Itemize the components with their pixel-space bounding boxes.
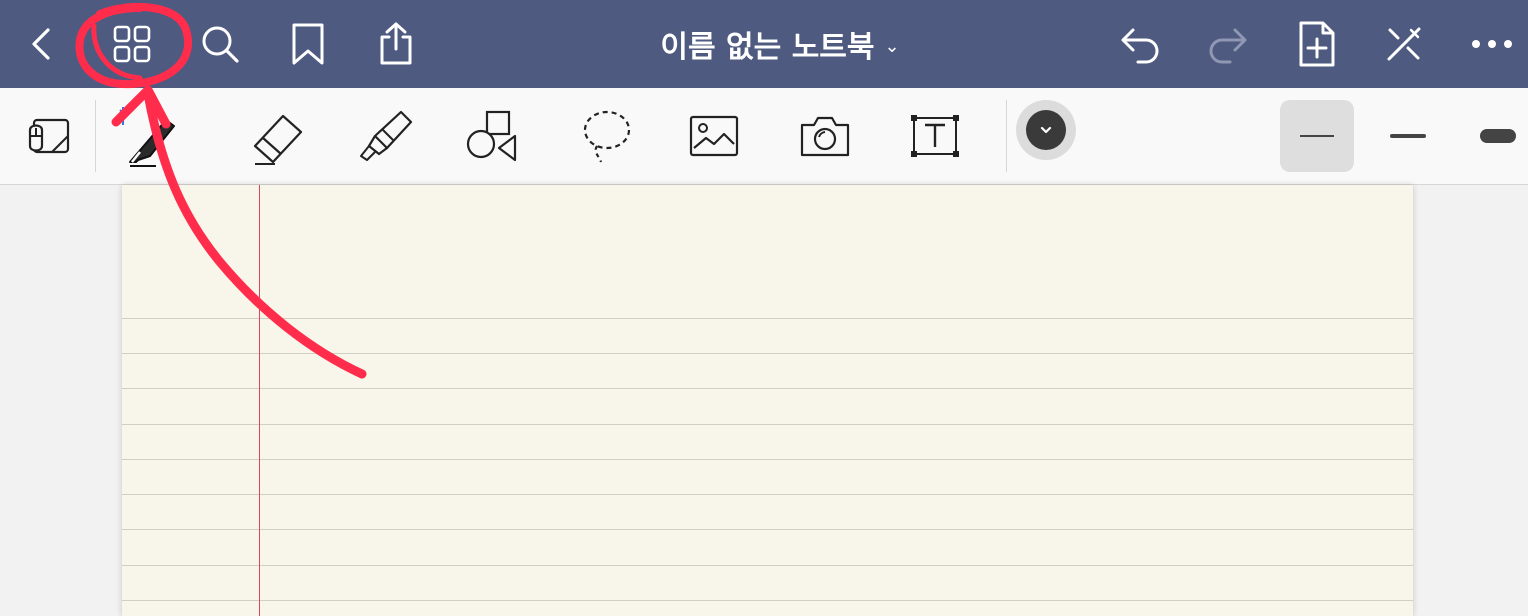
more-options-button[interactable] [1462, 14, 1522, 74]
shapes-tool[interactable] [456, 104, 526, 168]
stroke-width-thin[interactable] [1280, 100, 1354, 172]
lasso-icon [583, 110, 631, 163]
ruled-line [122, 388, 1413, 389]
ruled-line [122, 565, 1413, 566]
lasso-tool[interactable] [570, 104, 640, 168]
ruled-line [122, 424, 1413, 425]
add-page-icon [1299, 21, 1335, 67]
eraser-tool[interactable] [240, 104, 310, 168]
notebook-page[interactable] [122, 185, 1413, 616]
close-toolbar-icon [1387, 27, 1421, 61]
shapes-icon [466, 110, 517, 162]
ruled-line [122, 318, 1413, 319]
more-icon [1472, 40, 1512, 48]
pen-icon [119, 107, 175, 167]
search-icon [202, 26, 239, 63]
thick-line-icon [1480, 129, 1516, 143]
color-swatch-dark-selected[interactable] [1016, 100, 1076, 160]
chevron-down-icon: ⌄ [884, 35, 900, 57]
toolbar-separator [95, 100, 96, 172]
medium-line-icon [1390, 134, 1426, 138]
top-navigation-bar: 이름 없는 노트북 ⌄ [0, 0, 1528, 88]
eraser-icon [253, 114, 303, 165]
image-tool[interactable] [679, 104, 749, 168]
redo-button[interactable] [1198, 14, 1258, 74]
bookmark-icon [292, 23, 324, 65]
thin-line-icon [1300, 135, 1334, 137]
ruled-line [122, 529, 1413, 530]
share-icon [380, 22, 412, 65]
stroke-width-medium[interactable] [1371, 100, 1445, 172]
search-button[interactable] [190, 14, 250, 74]
ruled-line [122, 494, 1413, 495]
notebook-title: 이름 없는 노트북 [660, 30, 875, 65]
share-button[interactable] [366, 14, 426, 74]
bookmark-button[interactable] [278, 14, 338, 74]
read-only-mode-button[interactable] [14, 104, 84, 168]
drawing-toolbar [0, 88, 1528, 248]
camera-icon [800, 116, 850, 157]
read-only-mode-icon [28, 118, 70, 154]
highlighter-tool[interactable] [350, 104, 420, 168]
close-toolbar-button[interactable] [1374, 14, 1434, 74]
bluetooth-icon [119, 107, 127, 125]
pen-tool[interactable] [108, 104, 178, 168]
undo-icon [1121, 28, 1159, 64]
image-icon [689, 115, 739, 157]
back-button[interactable] [12, 14, 72, 74]
chevron-left-icon [32, 28, 50, 60]
camera-tool[interactable] [790, 104, 860, 168]
chevron-down-icon [1040, 126, 1052, 134]
redo-icon [1209, 28, 1247, 64]
toolbar-separator [1006, 100, 1007, 172]
margin-line [259, 185, 260, 616]
notebook-title-dropdown[interactable]: 이름 없는 노트북 ⌄ [620, 22, 940, 66]
stroke-width-thick[interactable] [1454, 100, 1528, 172]
page-thumbnails-button[interactable] [102, 14, 162, 74]
undo-button[interactable] [1110, 14, 1170, 74]
ruled-line [122, 459, 1413, 460]
text-box-tool[interactable] [900, 104, 970, 168]
text-box-icon [911, 115, 959, 157]
add-page-button[interactable] [1287, 14, 1347, 74]
highlighter-icon [360, 110, 413, 161]
grid-icon [113, 25, 151, 63]
ruled-line [122, 600, 1413, 601]
ruled-line [122, 353, 1413, 354]
